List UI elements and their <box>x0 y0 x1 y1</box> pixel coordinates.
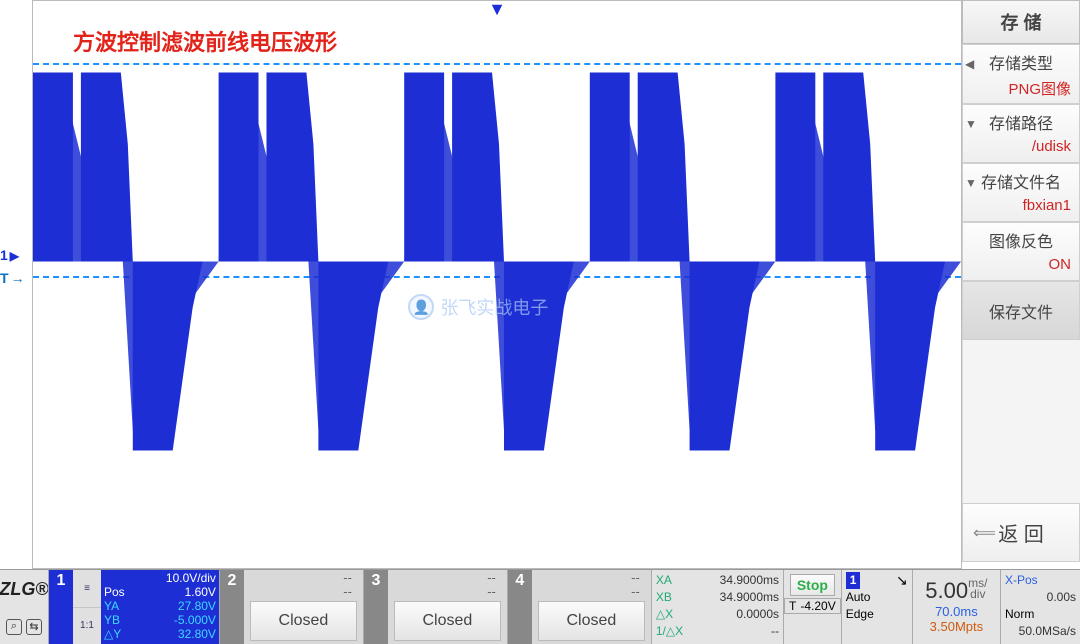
ch4-closed: Closed <box>538 601 645 641</box>
ch3-closed: Closed <box>394 601 501 641</box>
trigger-mode: Auto <box>846 589 871 606</box>
swap-icon[interactable]: ⇆ <box>26 619 42 635</box>
search-icon[interactable]: ⌕ <box>6 619 22 635</box>
waveform-trace <box>33 1 961 568</box>
ch4-panel[interactable]: 4 -- -- Closed <box>507 570 651 644</box>
trigger-source-badge: 1 <box>846 572 861 589</box>
trigger-type: Edge <box>846 606 874 623</box>
timebase-panel[interactable]: 5.00ms/div 70.0ms 3.50Mpts <box>912 570 1000 644</box>
menu-image-invert[interactable]: 图像反色 ON <box>962 222 1080 281</box>
vendor-logo: ZLG® <box>0 579 49 600</box>
menu-header: 存 储 <box>962 0 1080 44</box>
trigger-panel[interactable]: 1 ↘ Auto Edge <box>841 570 912 644</box>
chevron-down-icon: ▼ <box>965 176 977 190</box>
menu-return[interactable]: ⟸ 返 回 <box>962 503 1080 562</box>
watermark-icon: 👤 <box>408 294 434 320</box>
status-bar: ZLG® ⌕ ⇆ 1 ≡ 1:1 10.0V/div Pos1.60V YA27… <box>0 569 1080 644</box>
coupling-icon[interactable]: ≡ <box>73 570 101 608</box>
cursor-measurements: XA34.9000ms XB34.9000ms △X0.0000s 1/△X-- <box>651 570 783 644</box>
trigger-level-label: T <box>789 599 796 613</box>
ch1-badge: 1 <box>49 570 73 644</box>
ch3-panel[interactable]: 3 -- -- Closed <box>363 570 507 644</box>
ch4-badge: 4 <box>508 570 532 644</box>
menu-storage-path[interactable]: ▼ 存储路径 /udisk <box>962 104 1080 163</box>
chevron-down-icon: ▼ <box>965 117 977 131</box>
xpos-panel[interactable]: X-Pos 0.00s Norm 50.0MSa/s <box>1000 570 1080 644</box>
watermark: 👤 张飞实战电子 <box>408 294 548 320</box>
probe-ratio[interactable]: 1:1 <box>73 608 101 644</box>
ch3-badge: 3 <box>364 570 388 644</box>
chevron-left-icon: ◀ <box>965 57 974 71</box>
ch1-panel[interactable]: 1 ≡ 1:1 10.0V/div Pos1.60V YA27.80V YB-5… <box>48 570 219 644</box>
menu-storage-type[interactable]: ◀ 存储类型 PNG图像 <box>962 44 1080 104</box>
ch2-badge: 2 <box>220 570 244 644</box>
run-stop-panel[interactable]: Stop T -4.20V <box>783 570 841 644</box>
side-menu: 存 储 ◀ 存储类型 PNG图像 ▼ 存储路径 /udisk ▼ 存储文件名 f… <box>962 0 1080 562</box>
ch2-closed: Closed <box>250 601 357 641</box>
menu-spacer <box>962 340 1080 503</box>
ch1-marker: 1 <box>0 247 19 263</box>
menu-save-file[interactable]: 保存文件 <box>962 281 1080 340</box>
trigger-slope-icon: ↘ <box>896 572 908 589</box>
run-state[interactable]: Stop <box>790 574 835 596</box>
back-arrow-icon: ⟸ <box>973 523 996 543</box>
menu-storage-filename[interactable]: ▼ 存储文件名 fbxian1 <box>962 163 1080 222</box>
trigger-level-value: -4.20V <box>800 599 835 613</box>
waveform-display[interactable]: 方波控制滤波前线电压波形 👤 张飞实战电子 <box>32 0 962 569</box>
trigger-marker: T <box>0 270 25 286</box>
ch2-panel[interactable]: 2 -- -- Closed <box>219 570 363 644</box>
